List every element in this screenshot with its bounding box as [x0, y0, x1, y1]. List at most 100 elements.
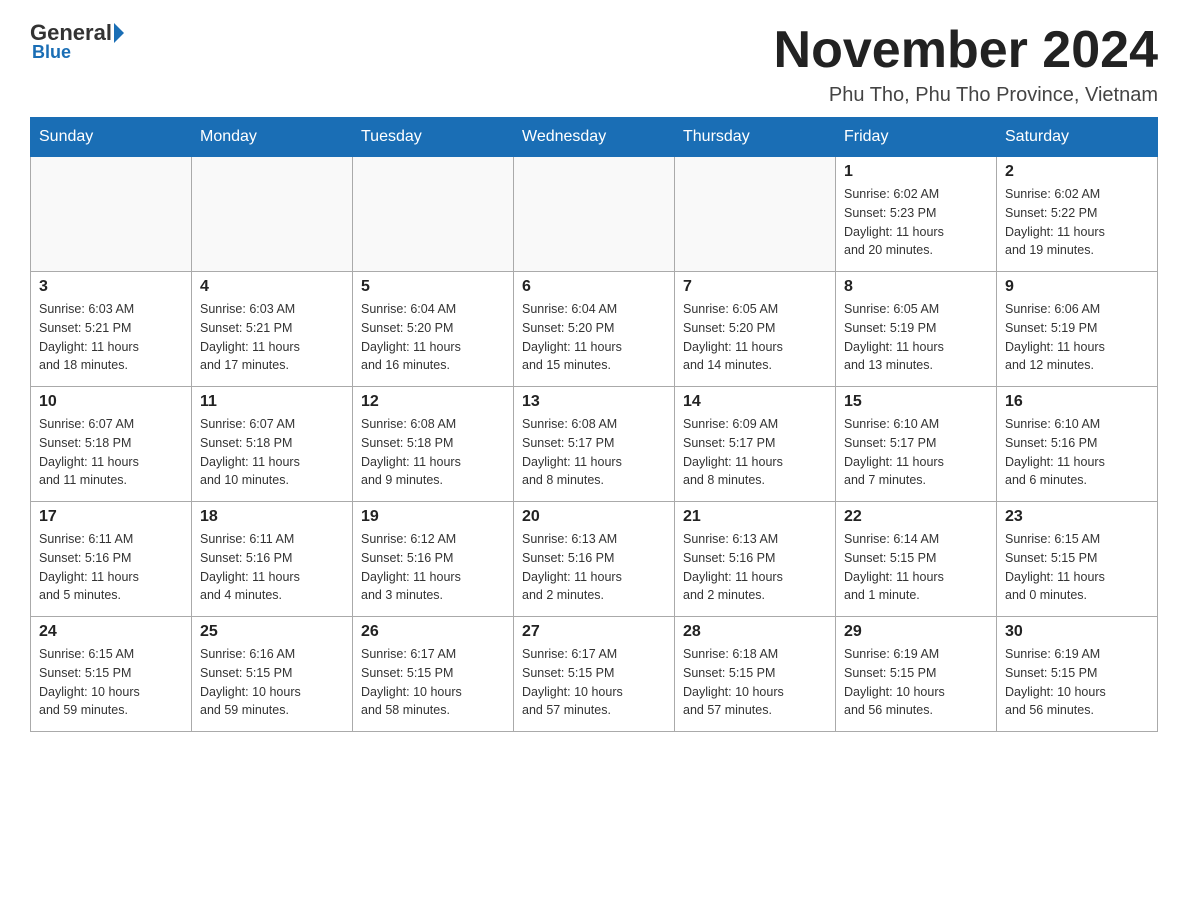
- location-label: Phu Tho, Phu Tho Province, Vietnam: [774, 84, 1158, 107]
- calendar-cell: 6 Sunrise: 6:04 AM Sunset: 5:20 PM Daylig…: [514, 272, 675, 387]
- day-number: 5: [361, 278, 505, 296]
- day-info: Sunrise: 6:18 AM Sunset: 5:15 PM Dayligh…: [683, 645, 827, 720]
- calendar-cell: [192, 157, 353, 272]
- day-number: 15: [844, 393, 988, 411]
- calendar-cell: 19 Sunrise: 6:12 AM Sunset: 5:16 PM Dayli…: [353, 502, 514, 617]
- logo-arrow-icon: [114, 23, 124, 43]
- calendar-cell: 28 Sunrise: 6:18 AM Sunset: 5:15 PM Dayli…: [675, 617, 836, 732]
- calendar-cell: 21 Sunrise: 6:13 AM Sunset: 5:16 PM Dayli…: [675, 502, 836, 617]
- day-number: 3: [39, 278, 183, 296]
- calendar-cell: 26 Sunrise: 6:17 AM Sunset: 5:15 PM Dayli…: [353, 617, 514, 732]
- day-number: 19: [361, 508, 505, 526]
- col-header-tuesday: Tuesday: [353, 118, 514, 157]
- day-number: 22: [844, 508, 988, 526]
- calendar-cell: [31, 157, 192, 272]
- week-row-4: 17Sunrise: 6:11 AM Sunset: 5:16 PM Dayli…: [31, 502, 1158, 617]
- day-number: 23: [1005, 508, 1149, 526]
- day-info: Sunrise: 6:12 AM Sunset: 5:16 PM Dayligh…: [361, 530, 505, 605]
- day-info: Sunrise: 6:05 AM Sunset: 5:19 PM Dayligh…: [844, 300, 988, 375]
- day-number: 6: [522, 278, 666, 296]
- day-number: 28: [683, 623, 827, 641]
- day-number: 2: [1005, 163, 1149, 181]
- day-info: Sunrise: 6:16 AM Sunset: 5:15 PM Dayligh…: [200, 645, 344, 720]
- day-number: 1: [844, 163, 988, 181]
- day-info: Sunrise: 6:04 AM Sunset: 5:20 PM Dayligh…: [522, 300, 666, 375]
- calendar-cell: 8 Sunrise: 6:05 AM Sunset: 5:19 PM Daylig…: [836, 272, 997, 387]
- calendar-table: SundayMondayTuesdayWednesdayThursdayFrid…: [30, 117, 1158, 732]
- day-number: 27: [522, 623, 666, 641]
- day-info: Sunrise: 6:11 AM Sunset: 5:16 PM Dayligh…: [200, 530, 344, 605]
- day-info: Sunrise: 6:09 AM Sunset: 5:17 PM Dayligh…: [683, 415, 827, 490]
- day-number: 9: [1005, 278, 1149, 296]
- day-info: Sunrise: 6:03 AM Sunset: 5:21 PM Dayligh…: [200, 300, 344, 375]
- day-info: Sunrise: 6:06 AM Sunset: 5:19 PM Dayligh…: [1005, 300, 1149, 375]
- calendar-cell: 20Sunrise: 6:13 AM Sunset: 5:16 PM Dayli…: [514, 502, 675, 617]
- calendar-cell: 23 Sunrise: 6:15 AM Sunset: 5:15 PM Dayli…: [997, 502, 1158, 617]
- col-header-friday: Friday: [836, 118, 997, 157]
- day-info: Sunrise: 6:07 AM Sunset: 5:18 PM Dayligh…: [39, 415, 183, 490]
- day-info: Sunrise: 6:10 AM Sunset: 5:17 PM Dayligh…: [844, 415, 988, 490]
- calendar-cell: 2Sunrise: 6:02 AM Sunset: 5:22 PM Daylig…: [997, 157, 1158, 272]
- calendar-cell: 12 Sunrise: 6:08 AM Sunset: 5:18 PM Dayli…: [353, 387, 514, 502]
- day-number: 4: [200, 278, 344, 296]
- day-info: Sunrise: 6:15 AM Sunset: 5:15 PM Dayligh…: [39, 645, 183, 720]
- day-info: Sunrise: 6:15 AM Sunset: 5:15 PM Dayligh…: [1005, 530, 1149, 605]
- col-header-thursday: Thursday: [675, 118, 836, 157]
- calendar-cell: 11 Sunrise: 6:07 AM Sunset: 5:18 PM Dayli…: [192, 387, 353, 502]
- day-number: 14: [683, 393, 827, 411]
- day-number: 30: [1005, 623, 1149, 641]
- week-row-2: 3 Sunrise: 6:03 AM Sunset: 5:21 PM Daylig…: [31, 272, 1158, 387]
- day-number: 25: [200, 623, 344, 641]
- calendar-cell: 5 Sunrise: 6:04 AM Sunset: 5:20 PM Daylig…: [353, 272, 514, 387]
- day-number: 11: [200, 393, 344, 411]
- calendar-cell: [675, 157, 836, 272]
- calendar-cell: 18Sunrise: 6:11 AM Sunset: 5:16 PM Dayli…: [192, 502, 353, 617]
- day-info: Sunrise: 6:13 AM Sunset: 5:16 PM Dayligh…: [683, 530, 827, 605]
- week-row-5: 24 Sunrise: 6:15 AM Sunset: 5:15 PM Dayli…: [31, 617, 1158, 732]
- day-info: Sunrise: 6:19 AM Sunset: 5:15 PM Dayligh…: [1005, 645, 1149, 720]
- day-info: Sunrise: 6:07 AM Sunset: 5:18 PM Dayligh…: [200, 415, 344, 490]
- day-number: 8: [844, 278, 988, 296]
- day-info: Sunrise: 6:05 AM Sunset: 5:20 PM Dayligh…: [683, 300, 827, 375]
- calendar-cell: 27 Sunrise: 6:17 AM Sunset: 5:15 PM Dayli…: [514, 617, 675, 732]
- day-number: 10: [39, 393, 183, 411]
- day-number: 13: [522, 393, 666, 411]
- calendar-cell: [514, 157, 675, 272]
- calendar-cell: 24 Sunrise: 6:15 AM Sunset: 5:15 PM Dayli…: [31, 617, 192, 732]
- calendar-cell: 30 Sunrise: 6:19 AM Sunset: 5:15 PM Dayli…: [997, 617, 1158, 732]
- day-info: Sunrise: 6:17 AM Sunset: 5:15 PM Dayligh…: [361, 645, 505, 720]
- calendar-cell: 16Sunrise: 6:10 AM Sunset: 5:16 PM Dayli…: [997, 387, 1158, 502]
- calendar-cell: 14 Sunrise: 6:09 AM Sunset: 5:17 PM Dayli…: [675, 387, 836, 502]
- day-number: 24: [39, 623, 183, 641]
- day-number: 26: [361, 623, 505, 641]
- calendar-cell: 22 Sunrise: 6:14 AM Sunset: 5:15 PM Dayli…: [836, 502, 997, 617]
- day-number: 21: [683, 508, 827, 526]
- page-header: General Blue November 2024 Phu Tho, Phu …: [30, 20, 1158, 107]
- day-info: Sunrise: 6:08 AM Sunset: 5:18 PM Dayligh…: [361, 415, 505, 490]
- week-row-1: 1Sunrise: 6:02 AM Sunset: 5:23 PM Daylig…: [31, 157, 1158, 272]
- calendar-cell: 29Sunrise: 6:19 AM Sunset: 5:15 PM Dayli…: [836, 617, 997, 732]
- title-section: November 2024 Phu Tho, Phu Tho Province,…: [774, 20, 1158, 107]
- col-header-monday: Monday: [192, 118, 353, 157]
- calendar-cell: 4 Sunrise: 6:03 AM Sunset: 5:21 PM Daylig…: [192, 272, 353, 387]
- day-info: Sunrise: 6:17 AM Sunset: 5:15 PM Dayligh…: [522, 645, 666, 720]
- day-info: Sunrise: 6:19 AM Sunset: 5:15 PM Dayligh…: [844, 645, 988, 720]
- week-row-3: 10 Sunrise: 6:07 AM Sunset: 5:18 PM Dayli…: [31, 387, 1158, 502]
- logo: General Blue: [30, 20, 126, 63]
- day-number: 12: [361, 393, 505, 411]
- col-header-sunday: Sunday: [31, 118, 192, 157]
- calendar-cell: 15 Sunrise: 6:10 AM Sunset: 5:17 PM Dayli…: [836, 387, 997, 502]
- calendar-header-row: SundayMondayTuesdayWednesdayThursdayFrid…: [31, 118, 1158, 157]
- day-info: Sunrise: 6:14 AM Sunset: 5:15 PM Dayligh…: [844, 530, 988, 605]
- day-number: 16: [1005, 393, 1149, 411]
- day-info: Sunrise: 6:11 AM Sunset: 5:16 PM Dayligh…: [39, 530, 183, 605]
- calendar-cell: 13Sunrise: 6:08 AM Sunset: 5:17 PM Dayli…: [514, 387, 675, 502]
- calendar-cell: 3Sunrise: 6:03 AM Sunset: 5:21 PM Daylig…: [31, 272, 192, 387]
- day-number: 7: [683, 278, 827, 296]
- day-info: Sunrise: 6:04 AM Sunset: 5:20 PM Dayligh…: [361, 300, 505, 375]
- col-header-saturday: Saturday: [997, 118, 1158, 157]
- month-title: November 2024: [774, 20, 1158, 80]
- logo-blue: Blue: [32, 42, 71, 63]
- calendar-cell: 7 Sunrise: 6:05 AM Sunset: 5:20 PM Daylig…: [675, 272, 836, 387]
- calendar-cell: [353, 157, 514, 272]
